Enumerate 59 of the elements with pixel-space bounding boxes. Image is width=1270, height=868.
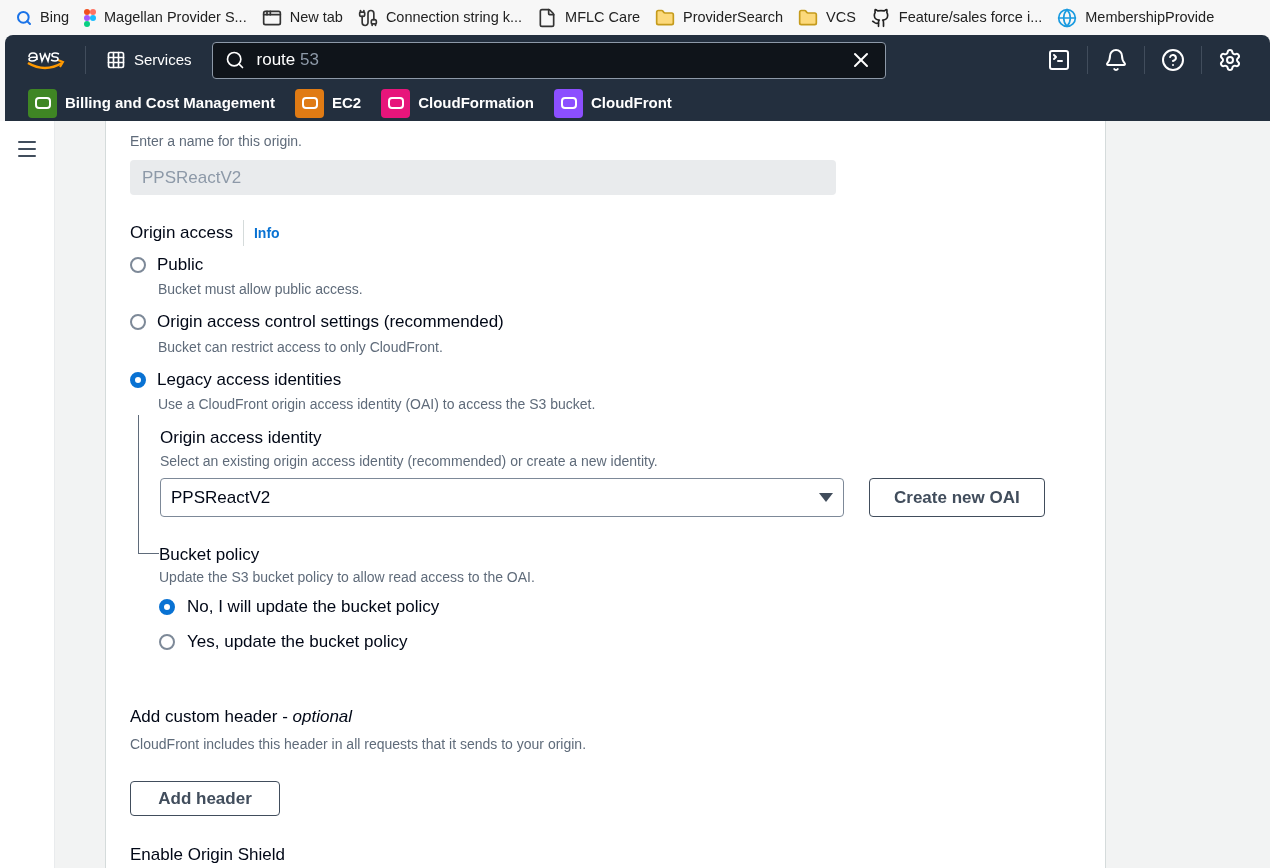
plug-icon: [357, 7, 378, 28]
field-label: Origin access identity: [160, 427, 323, 450]
radio-description: Use a CloudFront origin access identity (OAI) to access the S3 bucket.: [158, 395, 597, 415]
radio-description: Bucket can restrict access to only CloudFront.: [158, 337, 444, 357]
favorite-service-link[interactable]: CloudFront: [554, 88, 672, 118]
folder-icon: [655, 7, 676, 28]
grid-icon: [106, 50, 126, 70]
radio-label[interactable]: Legacy access identities: [157, 366, 342, 393]
cat-logo-icon: [870, 7, 891, 28]
field-label: Bucket policy: [159, 543, 261, 566]
name-input-field: PPSReactV2: [130, 160, 836, 196]
bookmark-link[interactable]: New tab: [261, 6, 343, 29]
bookmark-link[interactable]: Magellan Provider S...: [84, 6, 247, 29]
radio-button[interactable]: [130, 371, 146, 388]
radio-description: Bucket must allow public access.: [158, 280, 364, 300]
favorite-service-link[interactable]: Billing and Cost Management: [28, 88, 275, 118]
info-link[interactable]: Info: [254, 222, 280, 244]
field-label: Enable Origin Shield: [130, 844, 286, 867]
search-field[interactable]: route 53: [211, 41, 886, 79]
bookmark-link[interactable]: MembershipProvide: [1057, 6, 1215, 29]
logo-icon: [84, 8, 97, 27]
services-button[interactable]: Services: [106, 48, 192, 72]
field-description: Select an existing origin access identity (recommended) or create a new identity.: [160, 451, 659, 471]
globe-icon: [1057, 7, 1078, 28]
caret-icon: [819, 492, 833, 502]
identity-select[interactable]: PPSReactV2: [160, 477, 844, 517]
field-label: Origin access: [130, 220, 244, 246]
field-description: CloudFront includes this header in all requests that it sends to your origin.: [130, 734, 588, 754]
add-header-button[interactable]: Add header: [130, 780, 280, 817]
field-label: Add custom header - optional: [130, 706, 354, 729]
search-icon: [16, 9, 32, 26]
search-icon: [224, 50, 245, 70]
bookmark-link[interactable]: Connection string k...: [357, 6, 523, 29]
bookmark-link[interactable]: MFLC Care: [537, 6, 641, 29]
bell-icon[interactable]: [1104, 48, 1128, 72]
folder-icon: [798, 7, 818, 28]
radio-label[interactable]: Origin access control settings (recommended): [157, 309, 504, 335]
field-description: Enter a name for this origin.: [130, 132, 303, 151]
favorite-service-link[interactable]: EC2: [295, 88, 362, 118]
create-oai-button[interactable]: Create new OAI: [869, 477, 1045, 517]
radio-label[interactable]: No, I will update the bucket policy: [187, 594, 440, 620]
file-icon: [537, 7, 558, 28]
bookmark-link[interactable]: ProviderSearch: [655, 6, 783, 29]
search-suggestion: 53: [300, 50, 319, 70]
radio-button[interactable]: [130, 256, 146, 273]
terminal-icon[interactable]: [1047, 48, 1071, 72]
field-description: Update the S3 bucket policy to allow read access to the OAI.: [159, 568, 535, 588]
radio-button[interactable]: [130, 314, 146, 331]
bookmark-link[interactable]: VCS: [798, 6, 856, 29]
settings-icon[interactable]: [1218, 48, 1242, 72]
radio-label[interactable]: Public: [157, 251, 204, 278]
bookmark-link[interactable]: Bing: [16, 6, 70, 29]
radio-button[interactable]: [159, 599, 175, 616]
radio-label[interactable]: Yes, update the bucket policy: [187, 628, 408, 655]
bookmark-link[interactable]: Feature/sales force i...: [870, 6, 1043, 29]
help-icon[interactable]: [1161, 48, 1185, 72]
radio-button[interactable]: [159, 633, 175, 650]
search-query: route: [256, 50, 296, 70]
favorite-service-link[interactable]: CloudFormation: [381, 88, 535, 118]
